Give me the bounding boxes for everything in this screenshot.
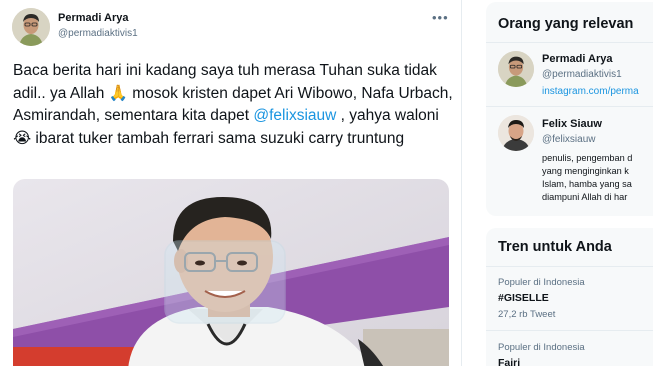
mention-link[interactable]: @felixsiauw: [253, 107, 336, 124]
relevant-handle-felix[interactable]: @felixsiauw: [542, 134, 596, 145]
relevant-people-panel: Orang yang relevan Permadi Arya @permadi…: [486, 2, 653, 216]
divider: [486, 330, 653, 331]
relevant-bio-line: yang menginginkan k: [542, 166, 629, 176]
trend-context: Populer di Indonesia: [498, 277, 585, 288]
relevant-name-permadi[interactable]: Permadi Arya: [542, 53, 613, 65]
relevant-link-permadi[interactable]: instagram.com/perma: [542, 86, 639, 97]
trend-name[interactable]: Fajri: [498, 357, 520, 366]
tweet-photo[interactable]: [13, 179, 449, 366]
author-name[interactable]: Permadi Arya: [58, 12, 129, 24]
relevant-avatar-felix[interactable]: [498, 115, 534, 151]
author-handle[interactable]: @permadiaktivis1: [58, 28, 138, 39]
divider: [486, 42, 653, 43]
tweet-text: Baca berita hari ini kadang saya tuh mer…: [13, 60, 453, 150]
author-avatar[interactable]: [12, 8, 50, 46]
relevant-bio-line: diampuni Allah di har: [542, 192, 628, 202]
trends-panel: Tren untuk Anda Populer di Indonesia #GI…: [486, 228, 653, 366]
trend-tweet-count: 27,2 rb Tweet: [498, 309, 556, 320]
more-options-button[interactable]: •••: [432, 10, 449, 25]
trend-context: Populer di Indonesia: [498, 342, 585, 353]
relevant-bio-line: penulis, pengemban d: [542, 153, 633, 163]
trend-name[interactable]: #GISELLE: [498, 292, 549, 304]
trends-title: Tren untuk Anda: [498, 239, 612, 255]
divider: [486, 106, 653, 107]
relevant-name-felix[interactable]: Felix Siauw: [542, 118, 602, 130]
relevant-bio-line: Islam, hamba yang sa: [542, 179, 632, 189]
relevant-avatar-permadi[interactable]: [498, 51, 534, 87]
tweet-card: Permadi Arya @permadiaktivis1 ••• Baca b…: [0, 0, 462, 366]
relevant-handle-permadi[interactable]: @permadiaktivis1: [542, 69, 622, 80]
divider: [486, 266, 653, 267]
relevant-people-title: Orang yang relevan: [498, 16, 634, 32]
